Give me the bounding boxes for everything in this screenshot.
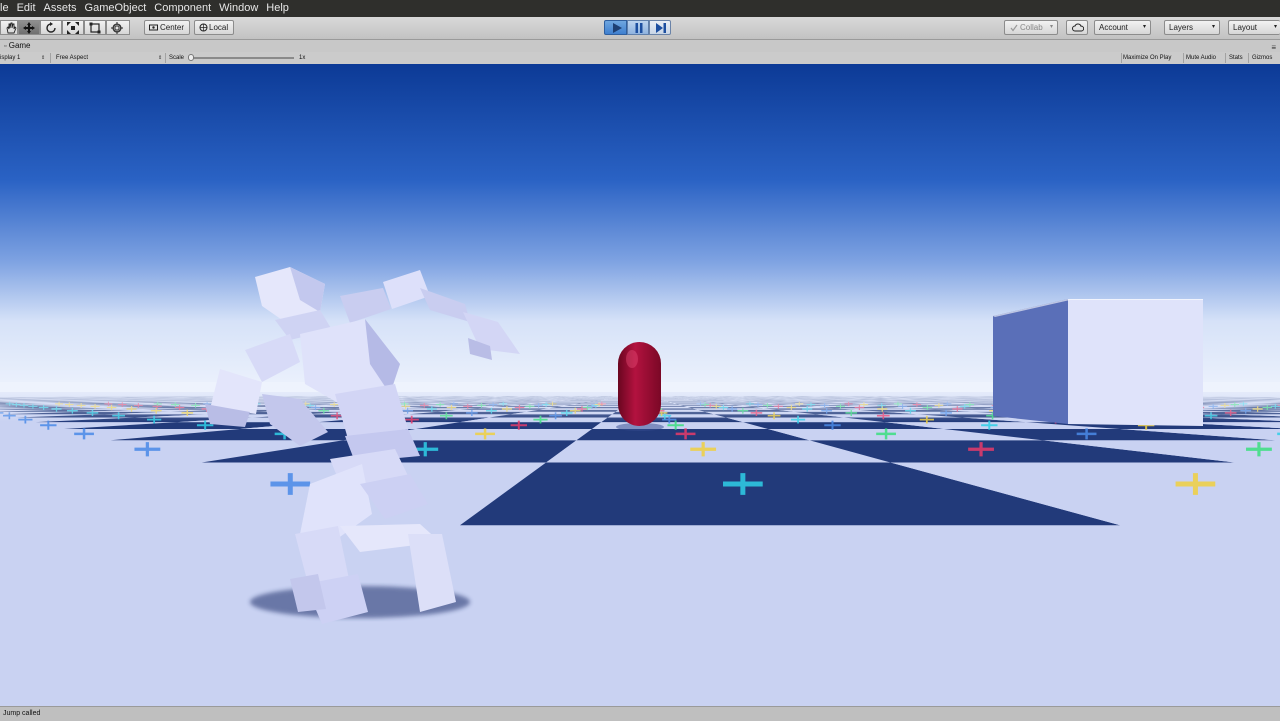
- separator: [165, 53, 166, 63]
- rect-icon: [89, 22, 101, 34]
- stats-toggle[interactable]: Stats: [1229, 52, 1243, 64]
- mute-audio-toggle[interactable]: Mute Audio: [1186, 52, 1216, 64]
- menu-file[interactable]: le: [0, 0, 13, 17]
- space-toggle[interactable]: Local: [194, 20, 234, 35]
- dropdown-arrow-icon: ▾: [1212, 21, 1215, 34]
- aspect-dropdown[interactable]: Free Aspect ⇕: [56, 52, 164, 64]
- game-tab-bar: ▫ Game ≡: [0, 40, 1280, 52]
- main-toolbar: Center Local Collab ▾ Account ▾ Layers ▾…: [0, 17, 1280, 40]
- pivot-label: Center: [160, 23, 184, 32]
- dropdown-arrows-icon: ⇕: [158, 52, 162, 64]
- menu-gameobject[interactable]: GameObject: [81, 0, 151, 17]
- scale-icon: [67, 22, 79, 34]
- cube: [993, 299, 1203, 426]
- transform-tool-button[interactable]: [106, 20, 130, 35]
- separator: [1225, 53, 1226, 63]
- layout-label: Layout: [1233, 23, 1257, 32]
- hand-tool-button[interactable]: [0, 20, 18, 35]
- layers-dropdown[interactable]: Layers ▾: [1164, 20, 1220, 35]
- game-controller-icon: ▫: [4, 43, 6, 50]
- pivot-toggle[interactable]: Center: [144, 20, 190, 35]
- menu-component[interactable]: Component: [150, 0, 215, 17]
- scale-value: 1x: [299, 52, 305, 64]
- scale-slider-track[interactable]: [190, 57, 294, 59]
- status-message: Jump called: [0, 710, 40, 717]
- game-scene: [0, 64, 1280, 706]
- pause-icon: [634, 23, 644, 33]
- menu-bar: leEditAssetsGameObjectComponentWindowHel…: [0, 0, 1280, 17]
- game-viewport[interactable]: [0, 64, 1280, 706]
- pause-button[interactable]: [627, 20, 649, 35]
- move-icon: [23, 22, 35, 34]
- layers-label: Layers: [1169, 23, 1193, 32]
- rotate-tool-button[interactable]: [40, 20, 62, 35]
- collab-dropdown[interactable]: Collab ▾: [1004, 20, 1058, 35]
- separator: [1183, 53, 1184, 63]
- step-icon: [656, 23, 666, 33]
- separator: [1248, 53, 1249, 63]
- status-bar: Jump called: [0, 706, 1280, 721]
- dropdown-arrow-icon: ▾: [1274, 21, 1277, 34]
- separator: [50, 53, 51, 63]
- scale-label: Scale: [169, 52, 184, 64]
- display-label: isplay 1: [0, 55, 20, 61]
- play-button[interactable]: [604, 20, 627, 35]
- account-label: Account: [1099, 23, 1128, 32]
- rect-tool-button[interactable]: [84, 20, 106, 35]
- layout-dropdown[interactable]: Layout ▾: [1228, 20, 1280, 35]
- local-space-icon: [199, 23, 208, 32]
- dropdown-arrow-icon: ▾: [1143, 21, 1146, 34]
- rotate-icon: [45, 22, 57, 34]
- check-icon: [1010, 24, 1018, 32]
- scale-tool-button[interactable]: [62, 20, 84, 35]
- account-dropdown[interactable]: Account ▾: [1094, 20, 1151, 35]
- menu-window[interactable]: Window: [215, 0, 262, 17]
- collab-label: Collab: [1020, 23, 1043, 32]
- menu-assets[interactable]: Assets: [40, 0, 81, 17]
- space-label: Local: [209, 23, 228, 32]
- step-button[interactable]: [649, 20, 671, 35]
- gizmos-dropdown[interactable]: Gizmos: [1252, 52, 1272, 64]
- tab-game-label: Game: [9, 41, 31, 50]
- separator: [1121, 53, 1122, 63]
- tab-game[interactable]: ▫ Game: [0, 40, 35, 52]
- display-dropdown[interactable]: isplay 1 ⇕: [0, 52, 48, 64]
- move-tool-button[interactable]: [18, 20, 40, 35]
- cloud-button[interactable]: [1066, 20, 1088, 35]
- dropdown-arrows-icon: ⇕: [41, 52, 45, 64]
- pivot-center-icon: [149, 23, 158, 32]
- aspect-label: Free Aspect: [56, 55, 88, 61]
- maximize-on-play-toggle[interactable]: Maximize On Play: [1123, 52, 1171, 64]
- menu-help[interactable]: Help: [262, 0, 293, 17]
- hand-icon: [5, 22, 17, 34]
- play-icon: [612, 23, 622, 33]
- scale-slider-thumb[interactable]: [188, 54, 194, 61]
- dropdown-arrow-icon: ▾: [1050, 21, 1053, 34]
- cloud-icon: [1072, 23, 1084, 32]
- transform-icon: [111, 22, 123, 34]
- menu-edit[interactable]: Edit: [13, 0, 40, 17]
